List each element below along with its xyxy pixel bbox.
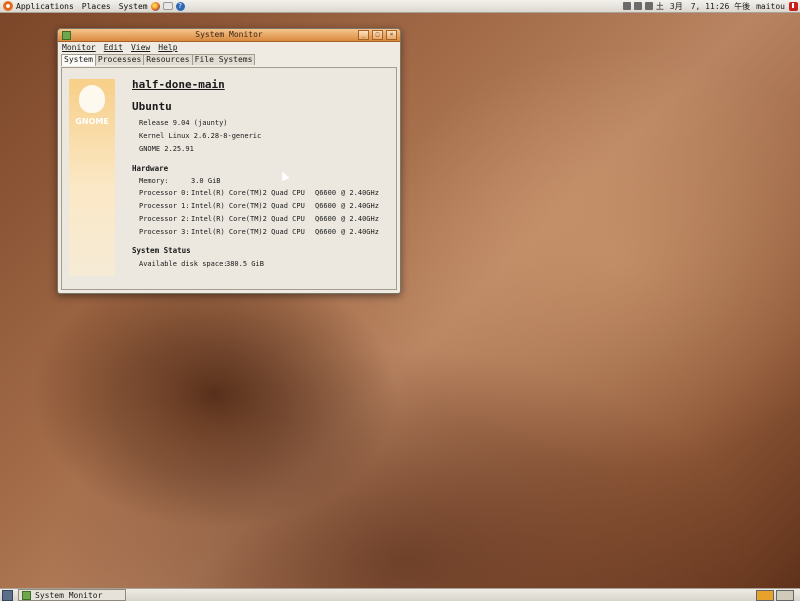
menu-edit[interactable]: Edit bbox=[104, 43, 123, 52]
gnome-foot-icon bbox=[79, 85, 105, 113]
disk-space-value: 380.5 GiB bbox=[226, 260, 264, 268]
window-titlebar[interactable]: System Monitor _ □ × bbox=[58, 29, 400, 42]
memory-value: 3.0 GiB bbox=[191, 177, 221, 185]
network-icon[interactable] bbox=[622, 2, 631, 10]
firefox-icon[interactable] bbox=[150, 1, 160, 11]
workspace-1[interactable] bbox=[756, 590, 774, 601]
clock[interactable]: 3月 7, 11:26 午後 bbox=[670, 1, 750, 12]
bottom-panel: System Monitor bbox=[0, 588, 800, 601]
workspace-2[interactable] bbox=[776, 590, 794, 601]
processor-id: Q6600 bbox=[315, 228, 337, 236]
maximize-button[interactable]: □ bbox=[372, 30, 383, 40]
close-button[interactable]: × bbox=[386, 30, 397, 40]
release-info: Release 9.04 (jaunty) bbox=[139, 119, 228, 127]
mail-icon[interactable] bbox=[162, 2, 173, 10]
volume-icon[interactable] bbox=[644, 2, 653, 10]
system-tab-panel: GNOME half-done-main Ubuntu Release 9.04… bbox=[61, 67, 397, 290]
processor-label: Processor 2: bbox=[139, 215, 190, 223]
processor-model: Intel(R) Core(TM)2 Quad CPU bbox=[191, 202, 305, 210]
processor-speed: @ 2.40GHz bbox=[341, 215, 379, 223]
printer-icon[interactable] bbox=[633, 2, 642, 10]
tab-file-systems[interactable]: File Systems bbox=[191, 54, 256, 65]
processor-id: Q6600 bbox=[315, 202, 337, 210]
processor-label: Processor 3: bbox=[139, 228, 190, 236]
window-title: System Monitor bbox=[195, 30, 263, 39]
menubar: Monitor Edit View Help bbox=[58, 42, 400, 53]
system-menu[interactable]: System bbox=[119, 2, 148, 11]
kernel-info: Kernel Linux 2.6.28-8-generic bbox=[139, 132, 262, 140]
disk-space-label: Available disk space: bbox=[139, 260, 228, 268]
minimize-button[interactable]: _ bbox=[358, 30, 369, 40]
tab-bar: System Processes Resources File Systems bbox=[58, 54, 400, 66]
processor-model: Intel(R) Core(TM)2 Quad CPU bbox=[191, 215, 305, 223]
processor-label: Processor 0: bbox=[139, 189, 190, 197]
memory-label: Memory: bbox=[139, 177, 169, 185]
hardware-heading: Hardware bbox=[132, 164, 169, 173]
taskbar-system-monitor-button[interactable]: System Monitor bbox=[18, 589, 126, 601]
tab-processes[interactable]: Processes bbox=[94, 54, 145, 65]
taskbar-label: System Monitor bbox=[35, 590, 103, 600]
system-tray: 土 3月 7, 11:26 午後 maitou bbox=[622, 0, 800, 12]
power-icon[interactable] bbox=[789, 1, 798, 11]
gnome-version: GNOME 2.25.91 bbox=[139, 145, 194, 153]
menu-help[interactable]: Help bbox=[158, 43, 177, 52]
gnome-logo-banner: GNOME bbox=[69, 79, 115, 276]
applications-menu[interactable]: Applications bbox=[16, 2, 74, 11]
tab-resources[interactable]: Resources bbox=[143, 54, 193, 65]
system-monitor-window: System Monitor _ □ × Monitor Edit View H… bbox=[57, 28, 401, 294]
app-icon bbox=[22, 590, 31, 600]
show-desktop-icon[interactable] bbox=[2, 590, 13, 601]
menu-view[interactable]: View bbox=[131, 43, 150, 52]
hostname: half-done-main bbox=[132, 78, 225, 91]
processor-id: Q6600 bbox=[315, 189, 337, 197]
user-name[interactable]: maitou bbox=[756, 2, 785, 11]
workspace-switcher bbox=[756, 590, 796, 601]
gnome-logo-text: GNOME bbox=[75, 117, 109, 126]
system-status-heading: System Status bbox=[132, 246, 191, 255]
processor-id: Q6600 bbox=[315, 215, 337, 223]
top-panel: Applications Places System ? 土 3月 7, 11:… bbox=[0, 0, 800, 13]
menu-monitor[interactable]: Monitor bbox=[62, 43, 96, 52]
distro-name: Ubuntu bbox=[132, 100, 172, 113]
processor-model: Intel(R) Core(TM)2 Quad CPU bbox=[191, 228, 305, 236]
ubuntu-logo-icon[interactable] bbox=[3, 1, 13, 11]
processor-label: Processor 1: bbox=[139, 202, 190, 210]
help-icon[interactable]: ? bbox=[175, 1, 185, 11]
day-label: 土 bbox=[655, 1, 664, 11]
processor-speed: @ 2.40GHz bbox=[341, 228, 379, 236]
processor-speed: @ 2.40GHz bbox=[341, 189, 379, 197]
processor-model: Intel(R) Core(TM)2 Quad CPU bbox=[191, 189, 305, 197]
places-menu[interactable]: Places bbox=[82, 2, 111, 11]
tab-system[interactable]: System bbox=[61, 54, 96, 66]
processor-speed: @ 2.40GHz bbox=[341, 202, 379, 210]
